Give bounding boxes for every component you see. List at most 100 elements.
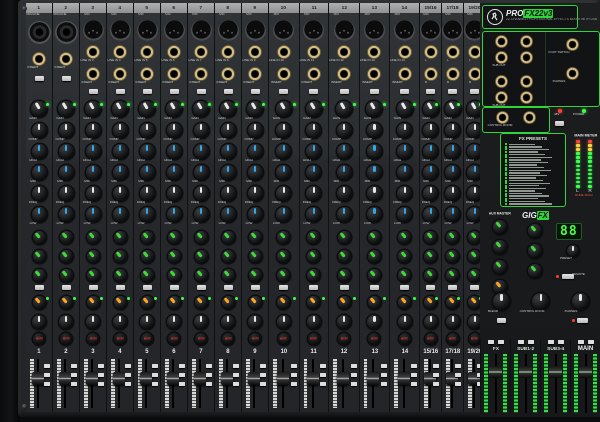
gain-knob[interactable] [58, 101, 74, 117]
eq-low-knob[interactable] [194, 207, 209, 222]
channel-fader[interactable] [26, 356, 52, 412]
eq-high-knob[interactable] [337, 144, 352, 159]
pre-button[interactable] [170, 285, 179, 290]
eq-high-knob[interactable] [248, 144, 263, 159]
aux3-knob[interactable] [368, 269, 381, 282]
low-cut-button[interactable] [279, 89, 288, 94]
control-room-knob[interactable] [532, 293, 549, 310]
aux3-knob[interactable] [249, 269, 262, 282]
eq-low-knob[interactable] [140, 207, 155, 222]
fader-cap[interactable] [519, 366, 532, 378]
aux2-knob[interactable] [195, 250, 208, 263]
channel-fader[interactable] [420, 356, 441, 412]
fader-cap[interactable] [489, 366, 502, 378]
fader-assign-button[interactable] [291, 364, 297, 368]
channel-fader[interactable] [107, 356, 133, 412]
aux1-knob[interactable] [222, 231, 235, 244]
fader-cap[interactable] [579, 366, 592, 378]
comp-knob[interactable] [367, 123, 382, 138]
fx-send-knob[interactable] [141, 296, 154, 309]
low-cut-button[interactable] [224, 89, 233, 94]
pre-button[interactable] [309, 285, 318, 290]
eq-low-knob[interactable] [248, 207, 263, 222]
gain-knob[interactable] [139, 101, 155, 117]
low-cut-button[interactable] [251, 89, 260, 94]
eq-low-knob[interactable] [367, 207, 382, 222]
eq-freq-knob[interactable] [423, 186, 438, 201]
pre-button[interactable] [470, 285, 479, 290]
route-button[interactable] [498, 340, 504, 344]
fx-send-knob[interactable] [114, 296, 127, 309]
master-fader-track[interactable] [541, 354, 570, 413]
fx-send-knob[interactable] [368, 296, 381, 309]
fader-assign-button[interactable] [320, 373, 326, 377]
eq-mid-knob[interactable] [337, 165, 352, 180]
gigfx-knob-2[interactable] [528, 244, 542, 258]
fader-assign-button[interactable] [381, 364, 387, 368]
comp-knob[interactable] [337, 123, 352, 138]
low-cut-button[interactable] [448, 89, 457, 94]
phones-knob[interactable] [572, 293, 589, 310]
eq-freq-knob[interactable] [59, 186, 74, 201]
mute-button[interactable]: MUTE [33, 333, 45, 345]
fader-assign-button[interactable] [411, 373, 417, 377]
comp-knob[interactable] [423, 123, 438, 138]
mute-button[interactable]: MUTE [222, 333, 234, 345]
eq-low-knob[interactable] [423, 207, 438, 222]
aux3-knob[interactable] [60, 269, 73, 282]
mute-button[interactable]: MUTE [141, 333, 153, 345]
low-cut-button[interactable] [143, 89, 152, 94]
fader-assign-button[interactable] [98, 382, 104, 386]
pan-knob[interactable] [307, 315, 321, 329]
fader-assign-button[interactable] [433, 373, 439, 377]
gain-knob[interactable] [306, 101, 322, 117]
fader-assign-button[interactable] [71, 364, 77, 368]
channel-fader[interactable] [134, 356, 160, 412]
low-cut-button[interactable] [426, 89, 435, 94]
gain-knob[interactable] [220, 101, 236, 117]
master-fader-track[interactable] [571, 354, 600, 413]
aux1-knob[interactable] [424, 231, 437, 244]
eq-low-knob[interactable] [221, 207, 236, 222]
fader-assign-button[interactable] [98, 364, 104, 368]
aux3-knob[interactable] [87, 269, 100, 282]
fader-cap[interactable] [86, 372, 98, 385]
mute-button[interactable]: MUTE [399, 333, 411, 345]
eq-mid-knob[interactable] [194, 165, 209, 180]
eq-mid-knob[interactable] [59, 165, 74, 180]
pan-knob[interactable] [248, 315, 262, 329]
eq-freq-knob[interactable] [337, 186, 352, 201]
fader-assign-button[interactable] [320, 382, 326, 386]
aux1-knob[interactable] [168, 231, 181, 244]
channel-fader[interactable] [269, 356, 298, 412]
route-button[interactable] [488, 340, 494, 344]
mute-button[interactable]: MUTE [114, 333, 126, 345]
eq-high-knob[interactable] [59, 144, 74, 159]
pre-button[interactable] [197, 285, 206, 290]
mute-button[interactable]: MUTE [195, 333, 207, 345]
fader-assign-button[interactable] [291, 373, 297, 377]
fader-assign-button[interactable] [44, 364, 50, 368]
fader-cap[interactable] [32, 372, 44, 385]
route-button[interactable] [518, 340, 524, 344]
aux1-knob[interactable] [114, 231, 127, 244]
master-fader-track[interactable] [481, 354, 510, 413]
aux-master-knob-2[interactable] [493, 240, 507, 254]
mute-button[interactable]: MUTE [168, 333, 180, 345]
fader-assign-button[interactable] [260, 382, 266, 386]
channel-fader[interactable] [300, 356, 329, 412]
fx-send-knob[interactable] [87, 296, 100, 309]
aux-master-knob-3[interactable] [493, 260, 507, 274]
low-cut-button[interactable] [470, 89, 479, 94]
low-cut-button[interactable] [62, 76, 71, 81]
aux2-knob[interactable] [60, 250, 73, 263]
eq-mid-knob[interactable] [86, 165, 101, 180]
comp-knob[interactable] [86, 123, 101, 138]
fader-assign-button[interactable] [381, 373, 387, 377]
eq-low-knob[interactable] [445, 207, 460, 222]
low-cut-button[interactable] [340, 89, 349, 94]
comp-knob[interactable] [167, 123, 182, 138]
eq-freq-knob[interactable] [167, 186, 182, 201]
gain-knob[interactable] [85, 101, 101, 117]
route-button[interactable] [578, 340, 584, 344]
